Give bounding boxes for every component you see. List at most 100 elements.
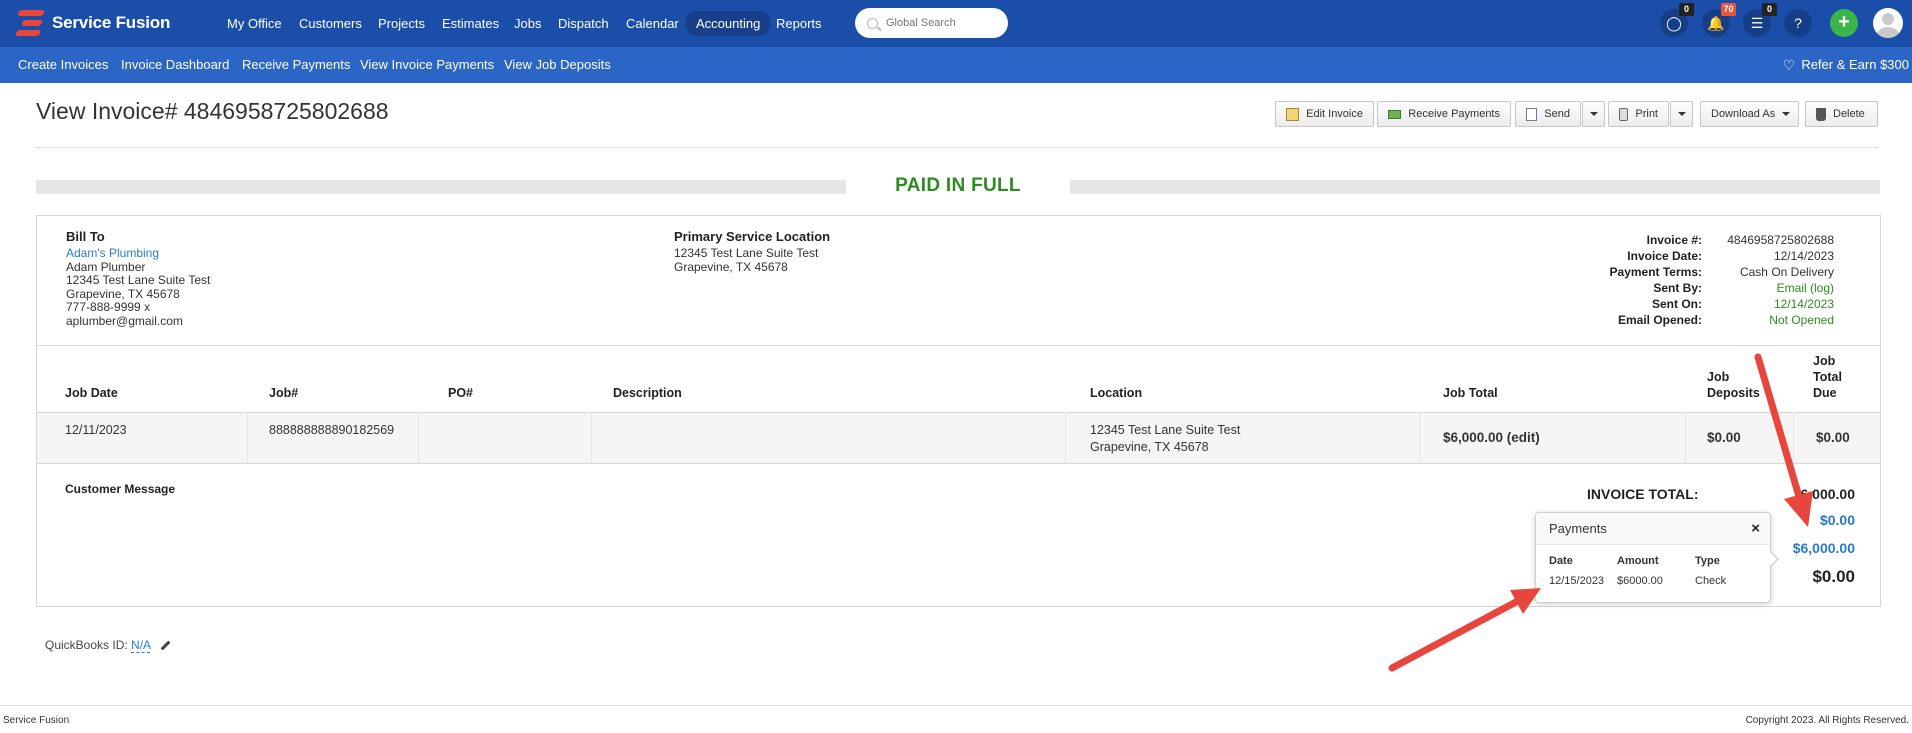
meta-row: Payment Terms: Cash On Delivery: [1532, 264, 1834, 280]
nav-accounting[interactable]: Accounting: [685, 11, 772, 36]
column-divider: [418, 412, 419, 464]
payment-amount: $6000.00: [1617, 575, 1663, 587]
chevron-down-icon: [1678, 112, 1686, 116]
chat-icon: ◯: [1666, 14, 1682, 31]
status-band-left: [36, 180, 846, 194]
service-location-label: Primary Service Location: [674, 229, 831, 244]
send-label: Send: [1544, 108, 1570, 120]
chevron-down-icon: [1782, 112, 1791, 116]
money-icon: [1388, 109, 1402, 119]
edit-invoice-button[interactable]: Edit Invoice: [1275, 101, 1374, 127]
subnav-view-job-deposits[interactable]: View Job Deposits: [504, 47, 611, 83]
col-job-total: Job Total: [1443, 386, 1498, 400]
meta-row: Sent By: Email (log): [1532, 280, 1834, 296]
col-job-total-due-line2: Total: [1813, 370, 1842, 384]
subnav-receive-payments[interactable]: Receive Payments: [242, 47, 350, 83]
user-avatar[interactable]: [1873, 8, 1903, 38]
nav-reports[interactable]: Reports: [776, 11, 822, 36]
customer-link[interactable]: Adam's Plumbing: [66, 246, 210, 261]
print-label: Print: [1635, 108, 1658, 120]
deposits-total-value[interactable]: $0.00: [1820, 512, 1855, 528]
meta-label: Sent By:: [1653, 281, 1702, 295]
nav-customers[interactable]: Customers: [299, 11, 362, 36]
row-job-total-due: $0.00: [1816, 430, 1850, 445]
meta-row: Invoice Date: 12/14/2023: [1532, 248, 1834, 264]
nav-dispatch[interactable]: Dispatch: [558, 11, 609, 36]
invoice-date-value: 12/14/2023: [1773, 249, 1834, 263]
col-job-number: Job#: [269, 386, 299, 400]
chevron-down-icon: [1590, 112, 1598, 116]
download-as-label: Download As: [1711, 108, 1776, 120]
send-dropdown-button[interactable]: [1582, 101, 1605, 127]
customer-message-label: Customer Message: [65, 482, 176, 496]
calendar-icon: [1526, 107, 1538, 121]
row-job-deposits: $0.00: [1707, 430, 1741, 445]
subnav-invoice-dashboard[interactable]: Invoice Dashboard: [121, 47, 229, 83]
subnav-view-invoice-payments[interactable]: View Invoice Payments: [360, 47, 494, 83]
nav-my-office[interactable]: My Office: [227, 11, 282, 36]
footer-copyright: Copyright 2023. All Rights Reserved.: [1745, 715, 1909, 726]
column-divider: [1419, 412, 1420, 464]
nav-jobs[interactable]: Jobs: [514, 11, 541, 36]
brand-name: Service Fusion: [52, 13, 171, 32]
bill-city: Grapevine, TX 45678: [66, 286, 180, 301]
payments-col-type: Type: [1695, 555, 1720, 567]
payment-date-link[interactable]: 12/15/2023: [1549, 575, 1604, 587]
bill-phone: 777-888-9999 x: [66, 300, 151, 314]
global-search[interactable]: [855, 8, 1008, 38]
col-job-deposits-line2: Deposits: [1707, 386, 1760, 400]
delete-label: Delete: [1833, 108, 1865, 120]
meta-label: Email Opened:: [1617, 313, 1702, 327]
nav-projects[interactable]: Projects: [378, 11, 425, 36]
meta-label: Invoice #:: [1646, 233, 1702, 247]
edit-invoice-label: Edit Invoice: [1306, 108, 1363, 120]
balance-due-value: $0.00: [1812, 567, 1855, 586]
pencil-icon[interactable]: [160, 640, 171, 651]
invoice-total-label: INVOICE TOTAL:: [1587, 486, 1699, 502]
nav-estimates[interactable]: Estimates: [442, 11, 499, 36]
close-icon[interactable]: ×: [1751, 513, 1760, 545]
quickbooks-id-value[interactable]: N/A: [131, 638, 151, 653]
print-button[interactable]: Print: [1608, 101, 1669, 127]
row-job-total-edit-link[interactable]: $6,000.00 (edit): [1443, 429, 1540, 446]
print-dropdown-button[interactable]: [1670, 101, 1693, 127]
list-icon: ☰: [1750, 14, 1764, 31]
section-divider: [37, 345, 1880, 346]
send-button[interactable]: Send: [1515, 101, 1581, 127]
meta-label: Invoice Date:: [1627, 249, 1702, 263]
col-po-number: PO#: [448, 386, 474, 400]
column-divider: [1685, 412, 1686, 464]
top-navbar: Service Fusion My Office Customers Proje…: [0, 0, 1912, 47]
chat-badge: 0: [1679, 3, 1694, 16]
popover-header: Payments ×: [1536, 513, 1770, 545]
add-new-button[interactable]: +: [1830, 9, 1858, 37]
logo-icon: [14, 8, 48, 38]
global-search-input[interactable]: [886, 17, 996, 29]
col-location: Location: [1090, 386, 1143, 400]
receive-payments-button[interactable]: Receive Payments: [1377, 101, 1511, 127]
payment-terms-value: Cash On Delivery: [1739, 265, 1834, 279]
row-job-number-link[interactable]: 888888888890182569: [269, 422, 394, 439]
payments-col-amount: Amount: [1617, 555, 1659, 567]
service-location-section: Primary Service Location 12345 Test Lane…: [674, 229, 830, 274]
row-location: 12345 Test Lane Suite Test Grapevine, TX…: [1090, 422, 1240, 456]
search-icon: [867, 17, 878, 29]
footer-brand: Service Fusion: [3, 715, 70, 726]
delete-button[interactable]: Delete: [1805, 101, 1878, 127]
help-button[interactable]: ?: [1784, 9, 1812, 37]
sent-by-log-link[interactable]: Email (log): [1702, 280, 1834, 296]
invoice-meta: Invoice #: 4846958725802688 Invoice Date…: [1532, 232, 1834, 328]
service-street: 12345 Test Lane Suite Test: [674, 246, 819, 260]
meta-label: Payment Terms:: [1609, 265, 1702, 279]
nav-calendar[interactable]: Calendar: [626, 11, 679, 36]
tasks-button[interactable]: ☰ 0: [1743, 3, 1777, 37]
payments-total-link[interactable]: $6,000.00: [1793, 540, 1855, 556]
meta-row: Email Opened: Not Opened: [1532, 312, 1834, 328]
notifications-button[interactable]: 🔔 70: [1702, 3, 1736, 37]
service-fusion-logo[interactable]: Service Fusion: [14, 6, 170, 40]
subnav-create-invoices[interactable]: Create Invoices: [18, 47, 108, 83]
trash-icon: [1816, 107, 1826, 121]
refer-and-earn-link[interactable]: ♡ Refer & Earn $300: [1783, 47, 1909, 83]
chat-button[interactable]: ◯ 0: [1660, 3, 1694, 37]
download-as-button[interactable]: Download As: [1700, 101, 1799, 127]
